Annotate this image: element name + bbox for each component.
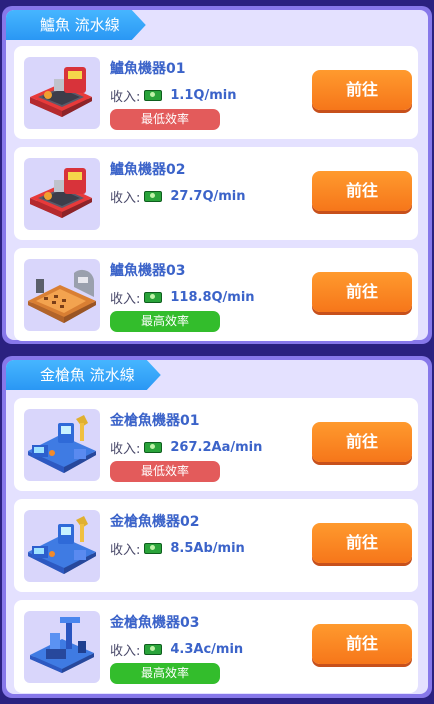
income-value: 1.1Q/min <box>170 88 237 103</box>
cash-icon <box>144 292 163 303</box>
income-label: 收入: <box>110 90 141 105</box>
go-button[interactable]: 前往 <box>312 624 412 664</box>
machine-name: 鱸魚機器02 <box>110 162 186 178</box>
cash-icon <box>144 644 163 655</box>
income-value: 8.5Ab/min <box>170 541 245 556</box>
machine-card: 鱸魚機器03 收入: 118.8Q/min 最高效率 前往 <box>14 248 418 341</box>
red-fish-machine-icon <box>24 57 100 129</box>
income-value: 267.2Aa/min <box>170 440 263 455</box>
section-title-tab: 金槍魚 流水線 <box>6 360 161 390</box>
efficiency-badge-highest: 最高效率 <box>110 311 220 332</box>
go-button[interactable]: 前往 <box>312 171 412 211</box>
go-button[interactable]: 前往 <box>312 70 412 110</box>
cash-icon <box>144 90 163 101</box>
section-panel-2: 金槍魚 流水線 金槍魚機器01 收入: 267.2Aa/min 最低效率 前往 … <box>2 356 432 698</box>
income-label: 收入: <box>110 442 141 457</box>
machine-name: 鱸魚機器03 <box>110 263 186 279</box>
machine-name: 金槍魚機器01 <box>110 413 200 429</box>
machine-name: 鱸魚機器01 <box>110 61 186 77</box>
red-fish-machine-icon <box>24 158 100 230</box>
efficiency-badge-lowest: 最低效率 <box>110 461 220 482</box>
income-row: 收入: 1.1Q/min <box>110 86 236 105</box>
section-panel-1: 鱸魚 流水線 鱸魚機器01 收入: 1.1Q/min 最低效率 前往 鱸魚機器0… <box>2 6 432 344</box>
income-row: 收入: 267.2Aa/min <box>110 438 262 457</box>
cash-icon <box>144 442 163 453</box>
efficiency-badge-lowest: 最低效率 <box>110 109 220 130</box>
go-button[interactable]: 前往 <box>312 422 412 462</box>
income-value: 27.7Q/min <box>170 189 246 204</box>
blue-robot-machine-icon <box>24 409 100 481</box>
income-value: 4.3Ac/min <box>170 642 244 657</box>
income-row: 收入: 8.5Ab/min <box>110 539 245 558</box>
income-row: 收入: 4.3Ac/min <box>110 640 243 659</box>
cash-icon <box>144 191 163 202</box>
blue-press-machine-icon <box>24 611 100 683</box>
machine-card: 金槍魚機器02 收入: 8.5Ab/min 前往 <box>14 499 418 592</box>
income-label: 收入: <box>110 191 141 206</box>
machine-card: 金槍魚機器03 收入: 4.3Ac/min 最高效率 前往 <box>14 600 418 693</box>
efficiency-badge-highest: 最高效率 <box>110 663 220 684</box>
income-label: 收入: <box>110 644 141 659</box>
income-label: 收入: <box>110 543 141 558</box>
machine-name: 金槍魚機器02 <box>110 514 200 530</box>
section-title-tab: 鱸魚 流水線 <box>6 10 146 40</box>
machine-card: 鱸魚機器01 收入: 1.1Q/min 最低效率 前往 <box>14 46 418 139</box>
income-label: 收入: <box>110 292 141 307</box>
cash-icon <box>144 543 163 554</box>
income-row: 收入: 27.7Q/min <box>110 187 246 206</box>
income-row: 收入: 118.8Q/min <box>110 288 255 307</box>
go-button[interactable]: 前往 <box>312 523 412 563</box>
machine-name: 金槍魚機器03 <box>110 615 200 631</box>
blue-robot-machine-icon <box>24 510 100 582</box>
machine-card: 金槍魚機器01 收入: 267.2Aa/min 最低效率 前往 <box>14 398 418 491</box>
income-value: 118.8Q/min <box>170 290 255 305</box>
machine-card: 鱸魚機器02 收入: 27.7Q/min 前往 <box>14 147 418 240</box>
go-button[interactable]: 前往 <box>312 272 412 312</box>
orange-conveyor-machine-icon <box>24 259 100 331</box>
